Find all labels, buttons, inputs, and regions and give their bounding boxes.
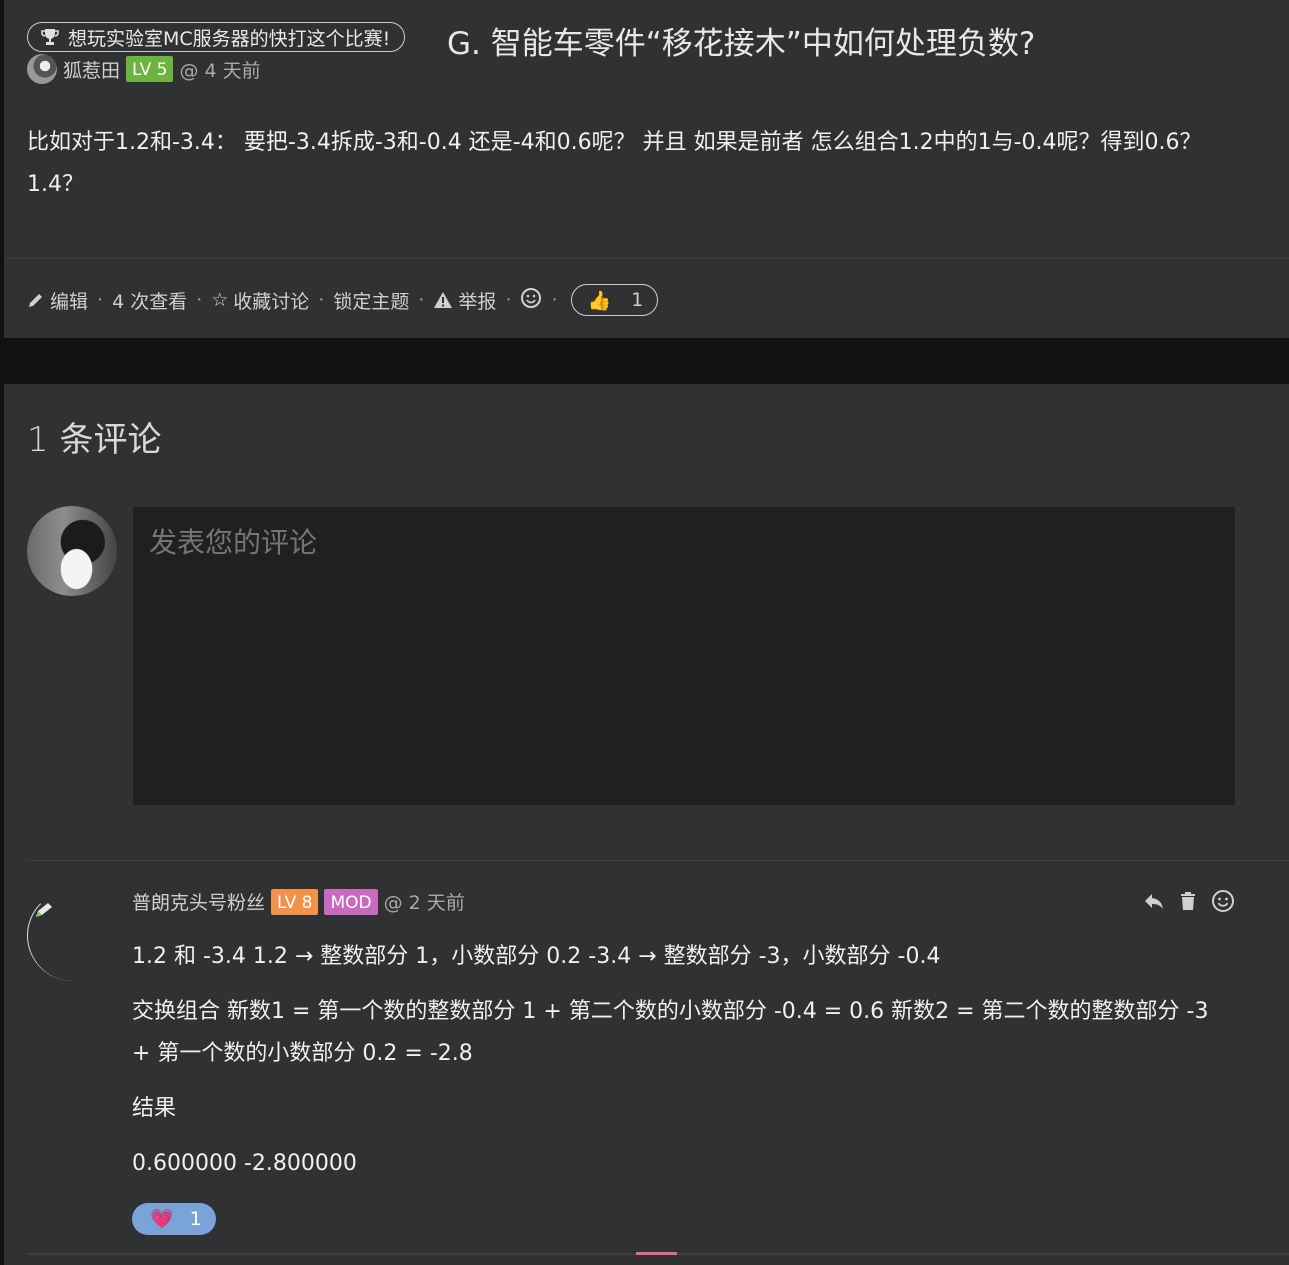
trophy-icon	[41, 29, 59, 45]
level-badge: LV 8	[271, 888, 319, 915]
smiley-icon[interactable]	[1211, 889, 1235, 913]
divider	[27, 860, 1289, 861]
edit-button[interactable]: 编辑	[27, 287, 88, 314]
report-label: 举报	[458, 290, 497, 313]
reply-paragraph: 交换组合 新数1 = 第一个数的整数部分 1 + 第二个数的小数部分 -0.4 …	[132, 999, 1209, 1066]
smiley-icon	[521, 287, 542, 308]
reply-tools	[1143, 889, 1235, 913]
heart-icon: 💗	[150, 1208, 174, 1230]
topic-title: G. 智能车零件“移花接木”中如何处理负数?	[447, 26, 1036, 62]
reply-paragraph: 0.600000 -2.800000	[132, 1151, 357, 1176]
reply-paragraph: 1.2 和 -3.4 1.2 → 整数部分 1，小数部分 0.2 -3.4 → …	[132, 944, 941, 969]
heart-reaction[interactable]: 💗 1	[132, 1203, 216, 1235]
topic-body: 比如对于1.2和-3.4： 要把-3.4拆成-3和-0.4 还是-4和0.6呢？…	[27, 130, 1202, 197]
topic-meta: 狐惹田 LV 5 @ 4 天前	[27, 54, 261, 84]
topic-actions: 编辑 · 4 次查看 · ☆ 收藏讨论 · 锁定主题 · 举报 · · 👍 1	[27, 283, 659, 317]
heart-count: 1	[189, 1208, 202, 1230]
active-indicator	[636, 1252, 677, 1255]
reply-icon[interactable]	[1143, 891, 1165, 911]
reply-author-avatar[interactable]	[27, 890, 118, 981]
view-count: 4 次查看	[112, 290, 188, 313]
pencil-icon	[29, 294, 42, 307]
reply-time[interactable]: @ 2 天前	[384, 888, 465, 915]
reply-body: 1.2 和 -3.4 1.2 → 整数部分 1，小数部分 0.2 -3.4 → …	[132, 936, 1233, 1240]
like-count: 1	[631, 289, 644, 311]
bookmark-label: 收藏讨论	[233, 290, 310, 313]
promo-label: 想玩实验室MC服务器的快打这个比赛!	[68, 27, 391, 50]
star-icon: ☆	[211, 289, 229, 311]
edit-label: 编辑	[50, 290, 89, 313]
post-time[interactable]: @ 4 天前	[179, 56, 260, 83]
reply-paragraph: 结果	[132, 1096, 177, 1121]
promo-pill[interactable]: 想玩实验室MC服务器的快打这个比赛!	[27, 22, 406, 52]
pen-icon	[36, 903, 52, 917]
comment-input[interactable]	[133, 507, 1235, 805]
mod-badge: MOD	[324, 888, 378, 915]
author-name[interactable]: 狐惹田	[63, 56, 120, 83]
reply-author-name[interactable]: 普朗克头号粉丝	[132, 888, 265, 915]
divider	[4, 258, 1289, 259]
report-button[interactable]: 举报	[433, 287, 496, 314]
warning-icon	[434, 292, 453, 308]
lock-topic-button[interactable]: 锁定主题	[333, 287, 409, 314]
current-user-avatar[interactable]	[27, 506, 117, 596]
comments-card: 1 条评论 普朗克头号粉丝 LV 8 MOD @ 2 天前 1.2	[4, 384, 1289, 1265]
comments-heading: 1 条评论	[27, 420, 162, 460]
bookmark-button[interactable]: ☆ 收藏讨论	[211, 287, 309, 314]
thumbs-up-icon: 👍	[587, 289, 612, 312]
trash-icon[interactable]	[1179, 891, 1197, 911]
topic-card: 想玩实验室MC服务器的快打这个比赛! G. 智能车零件“移花接木”中如何处理负数…	[4, 0, 1289, 338]
reply-header: 普朗克头号粉丝 LV 8 MOD @ 2 天前	[132, 888, 465, 915]
author-avatar[interactable]	[27, 54, 57, 84]
thumbs-up-reaction[interactable]: 👍 1	[570, 284, 659, 316]
level-badge: LV 5	[126, 56, 174, 82]
emoji-reaction-button[interactable]	[520, 287, 542, 314]
